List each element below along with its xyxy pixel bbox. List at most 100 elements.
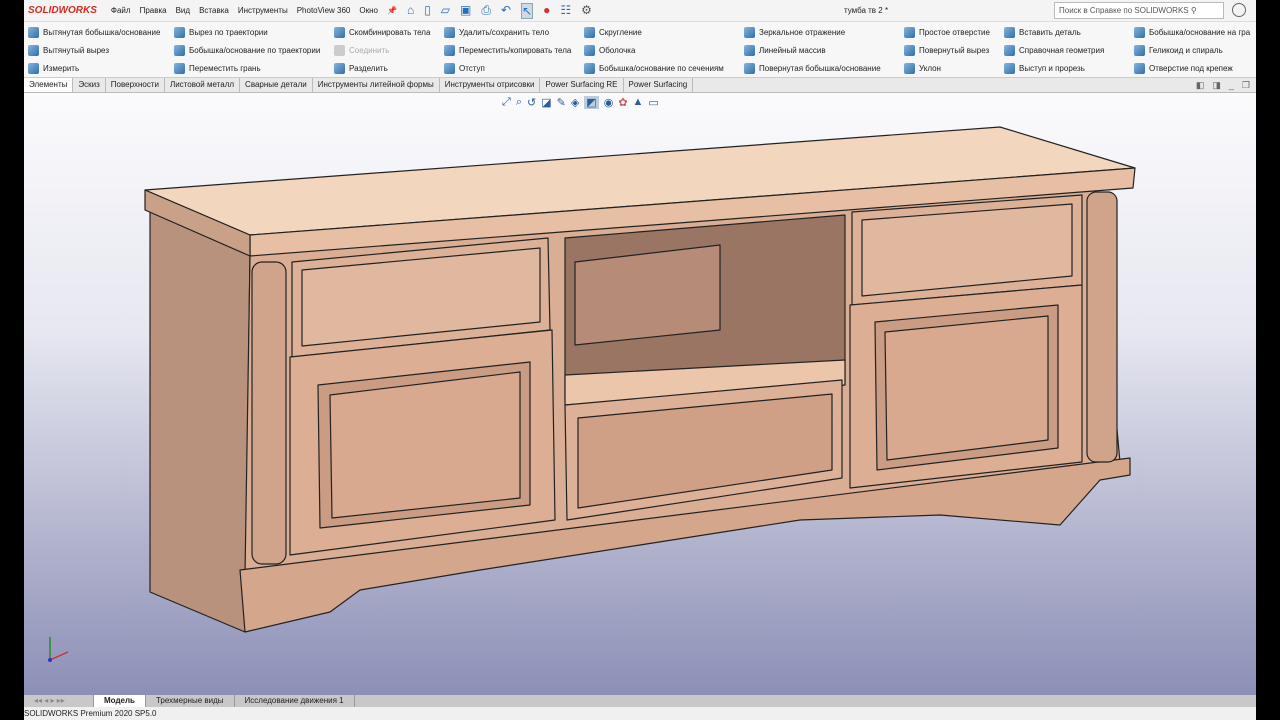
feature-icon xyxy=(904,63,915,74)
menu-item-6[interactable]: Окно xyxy=(359,6,378,15)
cabinet-left-side xyxy=(149,209,251,633)
right-column xyxy=(1086,191,1118,463)
ribbon-command-label: Переместить грань xyxy=(189,64,261,73)
undo-icon[interactable]: ↶ xyxy=(501,3,511,19)
ribbon-command[interactable]: Выступ и прорезь xyxy=(1004,63,1085,74)
tab-nav-arrows[interactable]: ◂◂ ◂ ▸ ▸▸ xyxy=(24,695,94,707)
ribbon-command[interactable]: Измерить xyxy=(28,63,79,74)
bottom-tab-0[interactable]: Модель xyxy=(94,695,146,707)
user-account-icon[interactable] xyxy=(1232,3,1246,17)
pin-icon[interactable]: 📌 xyxy=(387,6,397,15)
feature-icon xyxy=(334,27,345,38)
ribbon-command-label: Удалить/сохранить тело xyxy=(459,28,550,37)
ribbon-command[interactable]: Линейный массив xyxy=(744,45,826,56)
ribbon-command[interactable]: Бобышка/основание по сечениям xyxy=(584,63,724,74)
ribbon-command[interactable]: Повернутый вырез xyxy=(904,45,989,56)
next-icon[interactable]: ◨ xyxy=(1212,80,1221,91)
command-manager-ribbon: Вытянутая бобышка/основание Вытянутый выр… xyxy=(24,22,1256,78)
feature-icon xyxy=(1004,27,1015,38)
home-icon[interactable]: ⌂ xyxy=(407,3,414,19)
ribbon-command[interactable]: Справочная геометрия xyxy=(1004,45,1104,56)
ribbon-command[interactable]: Простое отверстие xyxy=(904,27,990,38)
ribbon-command[interactable]: Вытянутый вырез xyxy=(28,45,109,56)
menu-item-2[interactable]: Вид xyxy=(176,6,190,15)
tab-4[interactable]: Сварные детали xyxy=(240,78,313,92)
tab-5[interactable]: Инструменты литейной формы xyxy=(313,78,440,92)
status-text: SOLIDWORKS Premium 2020 SP5.0 xyxy=(24,709,157,718)
feature-icon xyxy=(28,63,39,74)
rebuild-icon[interactable]: ● xyxy=(543,3,550,19)
bottom-tab-2[interactable]: Исследование движения 1 xyxy=(235,695,355,707)
select-icon[interactable]: ↖ xyxy=(521,2,534,19)
feature-icon xyxy=(744,63,755,74)
ribbon-command[interactable]: Вытянутая бобышка/основание xyxy=(28,27,160,38)
ribbon-command-label: Оболочка xyxy=(599,46,636,55)
ribbon-command-label: Соединить xyxy=(349,46,390,55)
feature-icon xyxy=(334,45,345,56)
ribbon-command[interactable]: Скругление xyxy=(584,27,642,38)
tab-1[interactable]: Эскиз xyxy=(73,78,106,92)
ribbon-command-label: Скомбинировать тела xyxy=(349,28,431,37)
tab-3[interactable]: Листовой металл xyxy=(165,78,241,92)
tab-8[interactable]: Power Surfacing xyxy=(624,78,694,92)
ribbon-command-label: Измерить xyxy=(43,64,80,73)
ribbon-command[interactable]: Оболочка xyxy=(584,45,635,56)
feature-icon xyxy=(174,27,185,38)
graphics-viewport[interactable]: ◧ ◨ _ ❐ ⤢ ⌕ ↺ ◪ ✎ ◈ ◩ ◉ ✿ ▲ ▭ xyxy=(24,80,1256,695)
ribbon-command[interactable]: Разделить xyxy=(334,63,388,74)
open-icon[interactable]: ▱ xyxy=(441,3,450,19)
ribbon-command[interactable]: Зеркальное отражение xyxy=(744,27,845,38)
bottom-tab-1[interactable]: Трехмерные виды xyxy=(146,695,235,707)
ribbon-command-label: Вытянутый вырез xyxy=(43,46,109,55)
ribbon-command-label: Бобышка/основание по траектории xyxy=(189,46,321,55)
ribbon-command[interactable]: Скомбинировать тела xyxy=(334,27,430,38)
file-properties-icon[interactable]: ☷ xyxy=(560,3,571,19)
ribbon-command-label: Выступ и прорезь xyxy=(1019,64,1085,73)
menu-item-5[interactable]: PhotoView 360 xyxy=(297,6,351,15)
ribbon-command[interactable]: Отступ xyxy=(444,63,485,74)
menu-bar: Файл Правка Вид Вставка Инструменты PhotoView… xyxy=(111,6,387,15)
tab-2[interactable]: Поверхности xyxy=(106,78,165,92)
ribbon-command[interactable]: Повернутая бобышка/основание xyxy=(744,63,881,74)
bottom-tabs: ◂◂ ◂ ▸ ▸▸ Модель Трехмерные виды Исследова… xyxy=(24,695,1256,707)
ribbon-command[interactable]: Вырез по траектории xyxy=(174,27,268,38)
tab-7[interactable]: Power Surfacing RE xyxy=(540,78,624,92)
tv-cabinet-model[interactable] xyxy=(24,93,1256,695)
ribbon-command[interactable]: Геликоид и спираль xyxy=(1134,45,1223,56)
ribbon-command[interactable]: Бобышка/основание по траектории xyxy=(174,45,320,56)
print-icon[interactable]: ⎙ xyxy=(481,3,491,19)
save-icon[interactable]: ▣ xyxy=(460,3,471,19)
menu-item-1[interactable]: Правка xyxy=(140,6,167,15)
ribbon-command[interactable]: Удалить/сохранить тело xyxy=(444,27,549,38)
ribbon-command[interactable]: Переместить грань xyxy=(174,63,261,74)
feature-icon xyxy=(1134,63,1145,74)
ribbon-command[interactable]: Уклон xyxy=(904,63,941,74)
ribbon-command[interactable]: Вставить деталь xyxy=(1004,27,1081,38)
ribbon-command[interactable]: Отверстие под крепеж xyxy=(1134,63,1233,74)
restore-icon[interactable]: ❐ xyxy=(1242,80,1250,91)
feature-icon xyxy=(584,27,595,38)
ribbon-command[interactable]: Переместить/копировать тела xyxy=(444,45,571,56)
title-bar: SOLIDWORKS Файл Правка Вид Вставка Инструмен… xyxy=(24,0,1256,22)
ribbon-command[interactable]: Бобышка/основание на гра xyxy=(1134,27,1250,38)
feature-icon xyxy=(28,27,39,38)
options-gear-icon[interactable]: ⚙ xyxy=(581,3,592,19)
tab-6[interactable]: Инструменты отрисовки xyxy=(440,78,541,92)
new-file-icon[interactable]: ▯ xyxy=(424,3,431,19)
menu-item-4[interactable]: Инструменты xyxy=(238,6,288,15)
search-placeholder: Поиск в Справке по SOLIDWORKS xyxy=(1059,6,1189,15)
prev-icon[interactable]: ◧ xyxy=(1196,80,1205,91)
menu-item-0[interactable]: Файл xyxy=(111,6,131,15)
ribbon-command-label: Вставить деталь xyxy=(1019,28,1081,37)
search-icon: ⚲ xyxy=(1190,6,1197,15)
feature-icon xyxy=(1004,63,1015,74)
tab-0[interactable]: Элементы xyxy=(24,78,74,92)
minimize-icon[interactable]: _ xyxy=(1229,80,1234,91)
feature-icon xyxy=(744,27,755,38)
menu-item-3[interactable]: Вставка xyxy=(199,6,229,15)
ribbon-command[interactable]: Соединить xyxy=(334,45,389,56)
ribbon-command-label: Геликоид и спираль xyxy=(1149,46,1223,55)
help-search-input[interactable]: Поиск в Справке по SOLIDWORKS ⚲ xyxy=(1054,2,1224,19)
window-controls: ◧ ◨ _ ❐ xyxy=(1196,80,1250,91)
ribbon-command-label: Повернутая бобышка/основание xyxy=(759,64,881,73)
